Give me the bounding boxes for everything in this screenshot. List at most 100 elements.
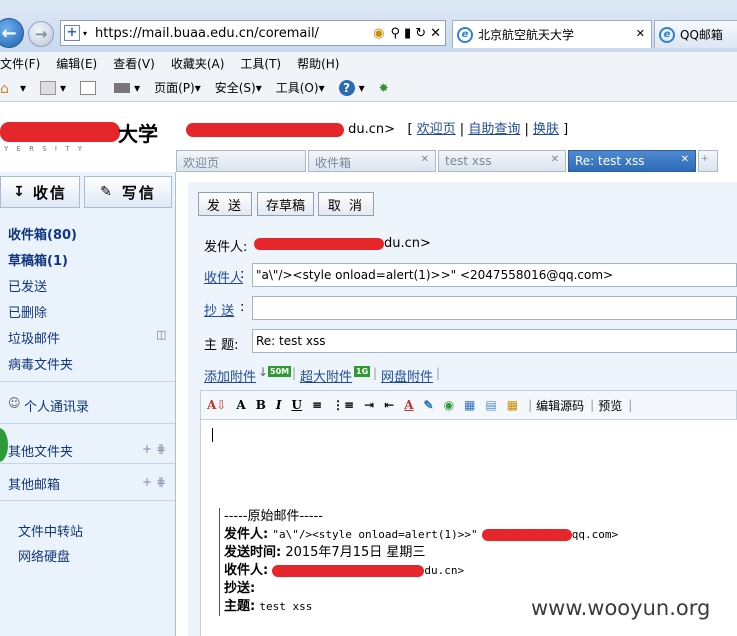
divider [0, 500, 175, 501]
add-mailbox-icon[interactable]: + ⋕ [142, 475, 166, 489]
tab-qqmail[interactable]: e QQ邮箱 [654, 20, 737, 48]
user-line: du.cn> [ 欢迎页 | 自助查询 | 换肤 ] [186, 118, 568, 137]
close-icon[interactable]: ✕ [681, 154, 689, 165]
preview-button[interactable]: 预览 [598, 397, 622, 414]
sidebar-item-other-folders[interactable]: 其他文件夹 [8, 441, 73, 460]
link-skin[interactable]: 换肤 [533, 122, 559, 137]
add-attachment-link[interactable]: 添加附件 [204, 366, 256, 385]
home-icon: ⌂ [0, 80, 9, 97]
menu-favorites[interactable]: 收藏夹(A) [171, 55, 225, 72]
menu-bar: 文件(F) 编辑(E) 查看(V) 收藏夹(A) 工具(T) 帮助(H) [0, 52, 737, 74]
tab-inbox[interactable]: 收件箱 ✕ [308, 150, 436, 172]
divider [0, 423, 175, 424]
receive-mail-button[interactable]: ↧ 收信 [0, 176, 80, 208]
help-button[interactable]: ? ▾ [338, 79, 365, 96]
close-icon[interactable]: ✕ [421, 154, 429, 165]
send-button[interactable]: 发 送 [198, 192, 252, 216]
home-button[interactable]: ⌂ ▾ [0, 80, 26, 97]
sidebar-item-deleted[interactable]: 已删除 [8, 302, 47, 321]
sidebar-item-drafts[interactable]: 草稿箱(1) [8, 250, 68, 269]
cc-field[interactable] [252, 296, 737, 320]
image-icon[interactable]: ▦ [464, 398, 475, 412]
mail-button[interactable] [80, 80, 100, 95]
emoticon-icon[interactable]: ◉ [444, 398, 454, 412]
new-tab-button[interactable]: + [698, 150, 718, 172]
bold-icon[interactable]: B [256, 398, 266, 412]
cc-label[interactable]: 抄 送 [204, 300, 234, 319]
menu-edit[interactable]: 编辑(E) [56, 55, 97, 72]
close-icon[interactable]: ✕ [551, 154, 559, 165]
research-button[interactable]: ✸ [379, 81, 389, 95]
safety-menu[interactable]: 安全(S) ▾ [215, 79, 262, 96]
url-text[interactable]: https://mail.buaa.edu.cn/coremail/ [95, 26, 373, 41]
cancel-button[interactable]: 取 消 [318, 192, 374, 216]
dropdown-icon[interactable]: ▾ [83, 29, 87, 38]
contacts-person-icon: ☺ [8, 396, 21, 410]
edit-source-button[interactable]: 编辑源码 [536, 397, 584, 414]
ie-icon: e [457, 26, 473, 43]
search-icon[interactable]: ⚲ [391, 26, 401, 41]
menu-view[interactable]: 查看(V) [113, 55, 155, 72]
menu-file[interactable]: 文件(F) [0, 55, 40, 72]
stop-icon[interactable]: ✕ [430, 26, 441, 41]
back-arrow-icon[interactable]: ← [0, 18, 24, 48]
to-label[interactable]: 收件人 [204, 267, 243, 286]
sidebar-item-contacts[interactable]: 个人通讯录 [24, 396, 89, 415]
sidebar-item-virus[interactable]: 病毒文件夹 [8, 354, 73, 373]
link-self-query[interactable]: 自助查询 [468, 122, 520, 137]
align-icon[interactable]: ≡ [312, 398, 322, 412]
tab-re-test-xss[interactable]: Re: test xss ✕ [568, 150, 696, 172]
rss-button[interactable]: ▾ [40, 80, 66, 95]
compat-icon[interactable]: ◉ [373, 26, 384, 41]
menu-help[interactable]: 帮助(H) [297, 55, 339, 72]
save-draft-button[interactable]: 存草稿 [257, 192, 314, 216]
rss-icon [40, 80, 57, 95]
close-icon[interactable]: ✕ [636, 27, 645, 40]
print-button[interactable]: ▾ [114, 81, 140, 95]
text-cursor [212, 428, 213, 442]
disk-attachment-link[interactable]: 网盘附件 [381, 366, 433, 385]
sidebar-item-junk[interactable]: 垃圾邮件 [8, 328, 60, 347]
tab-welcome[interactable]: 欢迎页 [176, 150, 306, 172]
forward-arrow-icon[interactable]: → [28, 21, 54, 47]
link-welcome[interactable]: 欢迎页 [417, 122, 456, 137]
table-icon[interactable]: ▦ [507, 398, 518, 412]
large-attachment-link[interactable]: 超大附件 [300, 366, 352, 385]
trash-icon[interactable]: ◫ [156, 328, 166, 341]
divider [0, 381, 175, 382]
university-logo: 大学 [118, 122, 158, 146]
font-size-icon[interactable]: A [236, 398, 245, 412]
tab-test-xss[interactable]: test xss ✕ [438, 150, 566, 172]
underline-icon[interactable]: U [291, 398, 301, 412]
list-icon[interactable]: ⋮≡ [332, 398, 354, 412]
highlight-icon[interactable]: ✎ [424, 398, 434, 412]
colon: : [240, 267, 245, 282]
font-color-icon[interactable]: A [404, 398, 413, 412]
font-family-icon[interactable]: A⇩ [207, 398, 226, 412]
sidebar-item-inbox[interactable]: 收件箱(80) [8, 224, 77, 243]
ie-icon: e [659, 26, 675, 43]
indent-icon[interactable]: ⇥ [364, 398, 374, 412]
size-badge-50m: 50M [268, 366, 292, 377]
outdent-icon[interactable]: ⇤ [384, 398, 394, 412]
favorites-plus-icon[interactable]: + [64, 25, 80, 41]
italic-icon[interactable]: I [276, 398, 282, 412]
colon: : [240, 300, 245, 315]
menu-tools[interactable]: 工具(T) [240, 55, 281, 72]
separator: | [373, 366, 378, 380]
link-icon[interactable]: ▤ [485, 398, 496, 412]
add-folder-icon[interactable]: + ⋕ [142, 442, 166, 456]
quote-divider: -----原始邮件----- [224, 509, 323, 524]
tab-buaa[interactable]: e 北京航空航天大学 ✕ [452, 20, 652, 48]
compose-button[interactable]: ✎ 写信 [84, 176, 172, 208]
to-field[interactable]: "a\"/><style onload=alert(1)>>" <2047558… [252, 263, 737, 287]
address-bar[interactable]: + ▾ https://mail.buaa.edu.cn/coremail/ ◉… [60, 20, 446, 46]
page-menu[interactable]: 页面(P) ▾ [154, 79, 201, 96]
sidebar-item-other-mailboxes[interactable]: 其他邮箱 [8, 474, 60, 493]
sidebar-item-sent[interactable]: 已发送 [8, 276, 47, 295]
sidebar-item-network-disk[interactable]: 网络硬盘 [18, 546, 70, 565]
sidebar-item-file-transfer[interactable]: 文件中转站 [18, 521, 83, 540]
tools-menu[interactable]: 工具(O) ▾ [276, 79, 325, 96]
refresh-icon[interactable]: ↻ [415, 26, 426, 41]
subject-field[interactable]: Re: test xss [252, 329, 737, 353]
